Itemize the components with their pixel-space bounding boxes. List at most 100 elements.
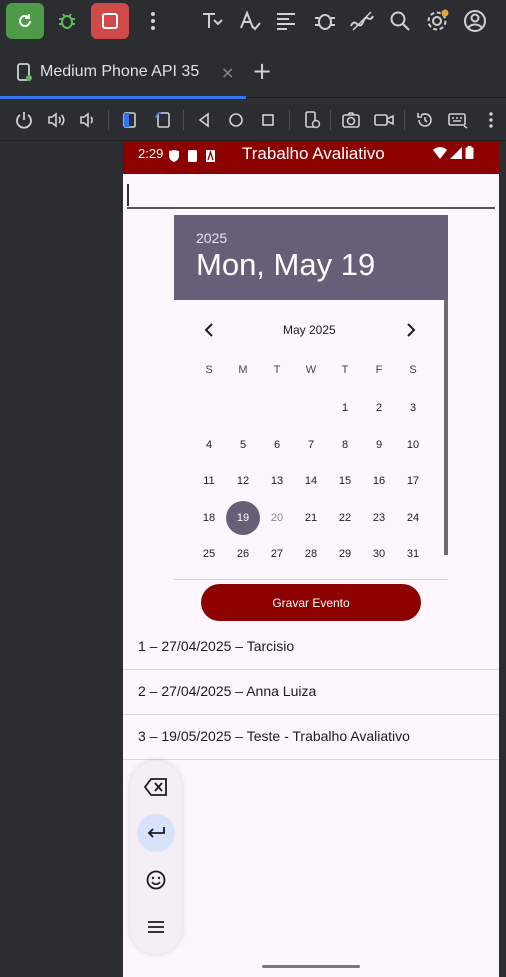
list-item[interactable]: 2 – 27/04/2025 – Anna Luiza	[123, 670, 499, 715]
calendar-day-selected[interactable]: 19	[226, 501, 260, 535]
weekday-label: T	[273, 364, 281, 376]
next-month-button[interactable]	[406, 322, 416, 341]
profiler-icon[interactable]	[349, 8, 375, 34]
calendar-day[interactable]: 11	[192, 464, 226, 498]
logcat-icon[interactable]	[274, 8, 300, 34]
calendar-day[interactable]: 4	[192, 428, 226, 462]
month-label: May 2025	[283, 323, 336, 337]
calendar-day[interactable]: 14	[294, 464, 328, 498]
device-settings-icon[interactable]	[301, 109, 323, 131]
calendar-day[interactable]: 5	[226, 428, 260, 462]
power-icon[interactable]	[13, 109, 35, 131]
keyboard-icon[interactable]	[447, 109, 469, 131]
date-picker-year[interactable]: 2025	[196, 230, 227, 246]
system-status-icons	[433, 146, 474, 159]
previous-month-button[interactable]	[204, 322, 214, 341]
calendar-day[interactable]: 21	[294, 501, 328, 535]
more-device-options-icon[interactable]	[480, 109, 502, 131]
chevron-left-icon	[204, 323, 213, 337]
menu-icon	[148, 921, 164, 933]
rotate-right-icon[interactable]	[152, 109, 174, 131]
calendar-day[interactable]: 10	[396, 428, 430, 462]
backspace-icon	[144, 778, 167, 796]
battery-icon	[465, 146, 474, 159]
overview-icon[interactable]	[257, 109, 279, 131]
weekday-label: W	[305, 364, 317, 376]
calendar-day[interactable]: 24	[396, 501, 430, 535]
app-inspection-icon[interactable]	[312, 8, 338, 34]
calendar-day[interactable]: 28	[294, 537, 328, 571]
calendar-day[interactable]: 2	[362, 391, 396, 425]
calendar-day[interactable]: 12	[226, 464, 260, 498]
calendar-day[interactable]: 22	[328, 501, 362, 535]
calendar-day[interactable]: 25	[192, 537, 226, 571]
calendar-day[interactable]: 26	[226, 537, 260, 571]
list-item[interactable]: 1 – 27/04/2025 – Tarcisio	[123, 625, 499, 670]
floating-keyboard-toolbar	[130, 761, 182, 954]
calendar-day[interactable]: 13	[260, 464, 294, 498]
date-picker-scrollbar[interactable]	[444, 300, 448, 555]
calendar-day[interactable]: 18	[192, 501, 226, 535]
translate-icon[interactable]	[237, 8, 263, 34]
bug-icon	[59, 13, 75, 29]
save-event-button[interactable]: Gravar Evento	[201, 584, 421, 621]
status-bar: 2:29 Trabalho Avaliativo	[123, 141, 499, 174]
theme-builder-icon[interactable]	[199, 8, 225, 34]
calendar-day[interactable]: 9	[362, 428, 396, 462]
device-icon	[17, 63, 32, 81]
camera-icon[interactable]	[340, 109, 362, 131]
search-icon[interactable]	[387, 8, 413, 34]
rerun-icon	[19, 14, 31, 27]
home-icon[interactable]	[225, 109, 247, 131]
debug-button[interactable]	[54, 8, 80, 34]
toolbar-separator	[108, 110, 109, 130]
calendar-day[interactable]: 15	[328, 464, 362, 498]
settings-icon[interactable]	[424, 8, 450, 34]
calendar-day[interactable]: 30	[362, 537, 396, 571]
calendar-day[interactable]: 6	[260, 428, 294, 462]
emulator-screen[interactable]: 2:29 Trabalho Avaliativo 2025 Mon, May 1…	[123, 141, 499, 977]
weekday-label: M	[238, 364, 248, 376]
calendar-day[interactable]: 27	[260, 537, 294, 571]
emoji-button[interactable]	[137, 861, 175, 899]
calendar-day[interactable]: 29	[328, 537, 362, 571]
weekday-label: S	[409, 364, 417, 376]
toolbar-separator	[330, 110, 331, 130]
calendar-day[interactable]: 8	[328, 428, 362, 462]
add-tab-button[interactable]: +	[252, 57, 272, 85]
wifi-icon	[433, 146, 447, 159]
enter-icon	[147, 827, 165, 838]
enter-button[interactable]	[137, 814, 175, 852]
back-icon[interactable]	[193, 109, 215, 131]
calendar-day[interactable]: 1	[328, 391, 362, 425]
calendar-day[interactable]: 17	[396, 464, 430, 498]
calendar-day[interactable]: 7	[294, 428, 328, 462]
calendar-day[interactable]: 16	[362, 464, 396, 498]
stop-button[interactable]	[91, 3, 129, 39]
menu-button[interactable]	[137, 908, 175, 946]
calendar-day[interactable]: 31	[396, 537, 430, 571]
backspace-button[interactable]	[137, 768, 175, 806]
screen-record-icon[interactable]	[373, 109, 395, 131]
calendar-day[interactable]: 20	[260, 501, 294, 535]
account-icon[interactable]	[462, 8, 488, 34]
list-item[interactable]: 3 – 19/05/2025 – Teste - Trabalho Avalia…	[123, 715, 499, 760]
event-text: 3 – 19/05/2025 – Teste - Trabalho Avalia…	[138, 728, 410, 744]
tab-medium-phone[interactable]: Medium Phone API 35	[0, 46, 246, 99]
volume-down-icon[interactable]	[77, 109, 99, 131]
volume-up-icon[interactable]	[45, 109, 67, 131]
date-picker-divider	[174, 579, 448, 580]
gesture-nav-handle[interactable]	[262, 965, 360, 968]
weekday-label: F	[375, 364, 383, 376]
event-name-input[interactable]	[127, 207, 495, 209]
rotate-left-icon[interactable]	[118, 109, 140, 131]
snapshot-icon[interactable]	[414, 109, 436, 131]
more-options-icon[interactable]	[140, 8, 166, 34]
calendar-day[interactable]: 3	[396, 391, 430, 425]
event-text: 1 – 27/04/2025 – Tarcisio	[138, 638, 295, 654]
status-time: 2:29	[138, 146, 164, 161]
tab-close-button[interactable]: ×	[221, 63, 234, 82]
rerun-button[interactable]	[6, 3, 44, 39]
calendar-day[interactable]: 23	[362, 501, 396, 535]
chevron-right-icon	[407, 323, 416, 337]
